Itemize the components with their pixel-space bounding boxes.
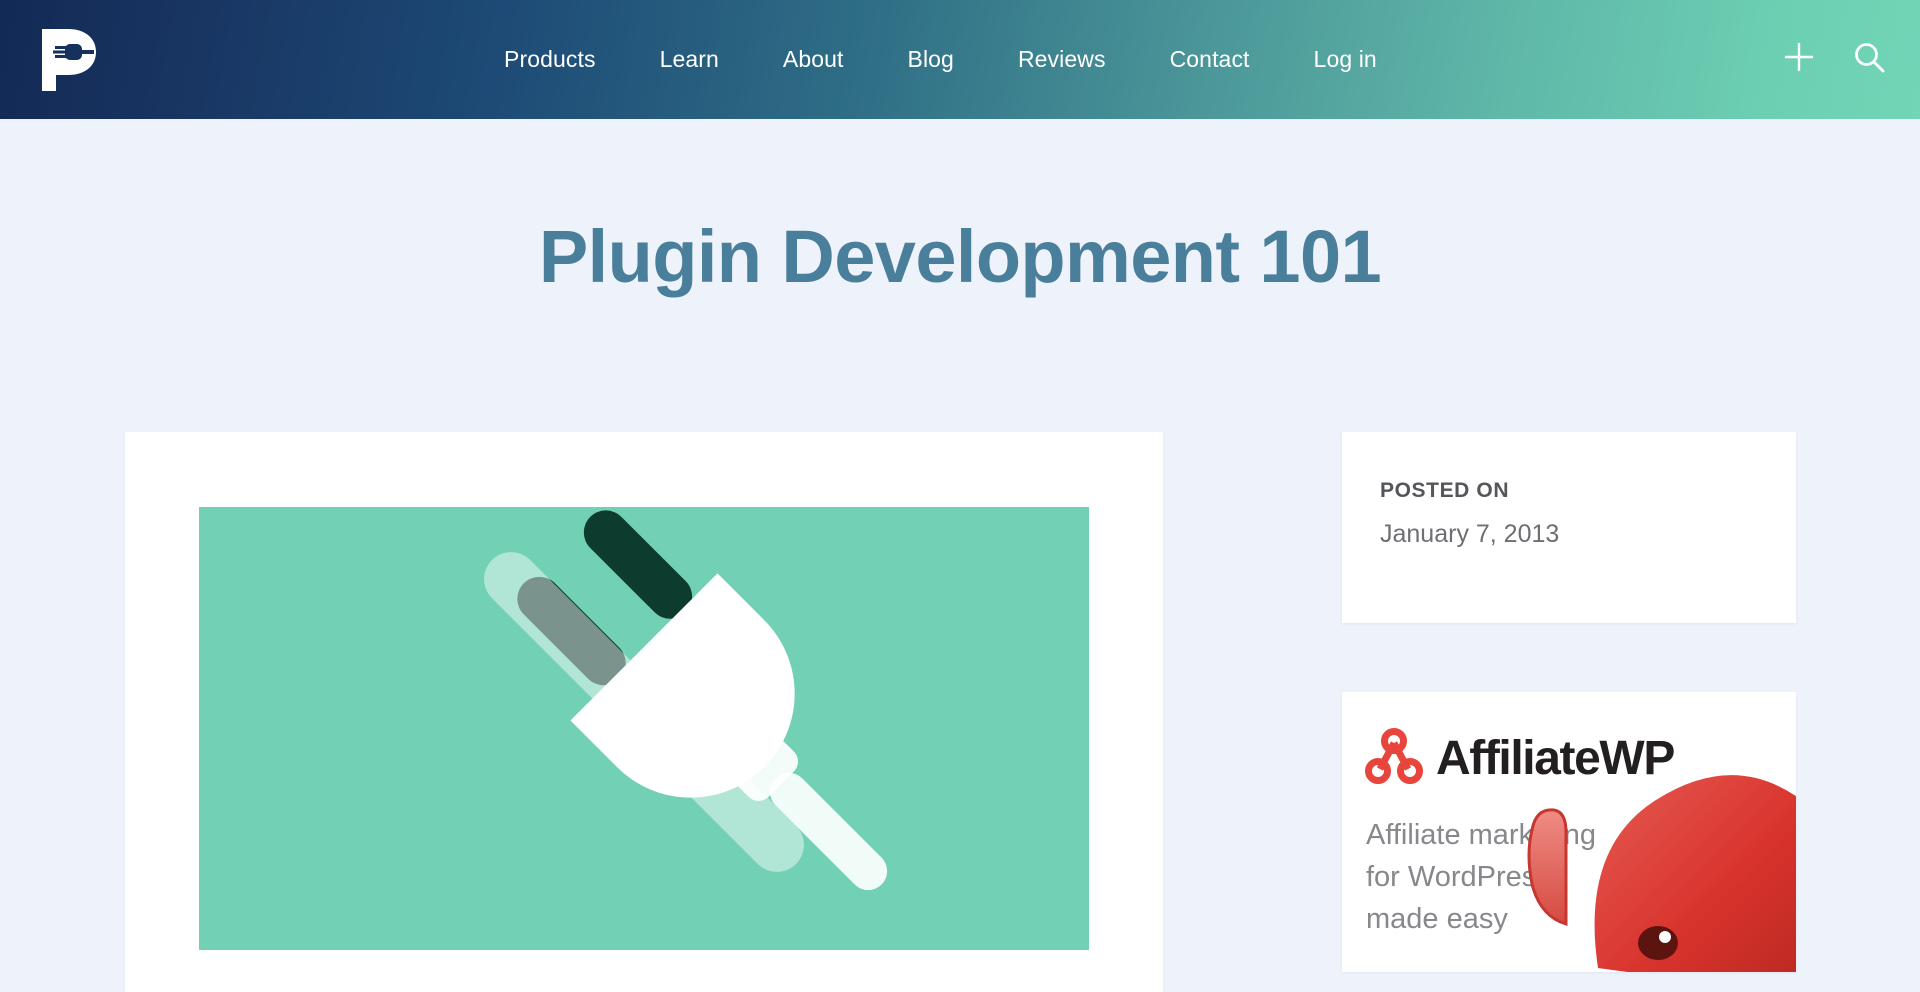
article-featured-image <box>199 507 1089 950</box>
red-whale-mascot-icon <box>1527 775 1796 972</box>
affiliate-network-icon <box>1364 726 1424 791</box>
page-title: Plugin Development 101 <box>538 215 1382 298</box>
sidebar: POSTED ON January 7, 2013 AffiliateWP Af… <box>1342 432 1796 972</box>
plug-illustration-icon <box>199 507 1089 950</box>
page-content: Plugin Development 101 POSTED ON January… <box>0 0 1920 992</box>
article-card <box>125 432 1163 992</box>
posted-on-label: POSTED ON <box>1380 479 1510 502</box>
affiliatewp-ad-card[interactable]: AffiliateWP Affiliate marketing for Word… <box>1342 692 1796 972</box>
posted-on-date: January 7, 2013 <box>1380 520 1560 548</box>
posted-on-card: POSTED ON January 7, 2013 <box>1342 432 1796 623</box>
